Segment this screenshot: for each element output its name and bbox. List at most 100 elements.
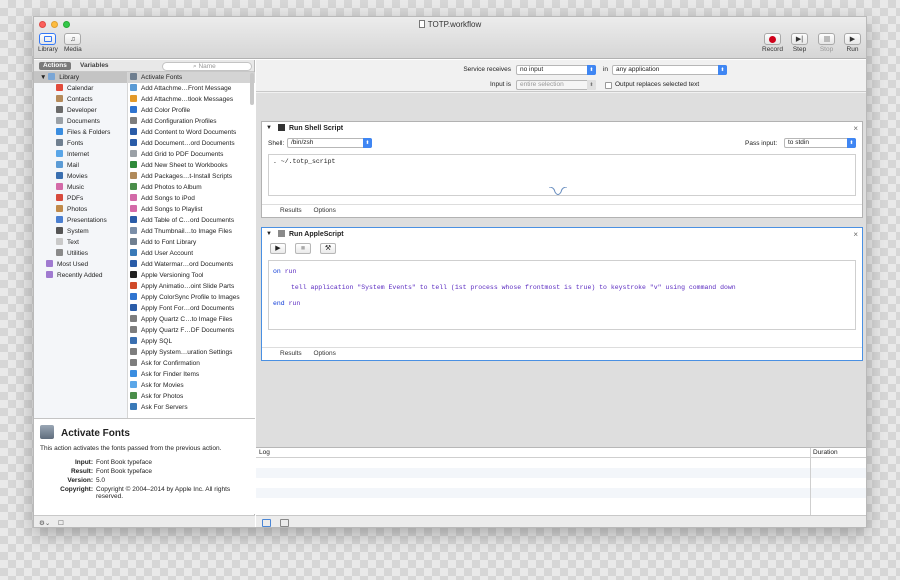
recently-added-icon <box>46 271 53 278</box>
action-list-item[interactable]: Add Document…ord Documents <box>128 138 255 149</box>
actions-scrollbar[interactable] <box>250 73 254 105</box>
library-button[interactable]: Library <box>38 33 58 53</box>
show-workflow-icon[interactable] <box>262 519 271 527</box>
close-icon[interactable]: × <box>853 228 858 241</box>
action-list-item[interactable]: Add to Font Library <box>128 237 255 248</box>
sidebar-item-system[interactable]: System <box>34 226 127 237</box>
sidebar-item-fonts[interactable]: Fonts <box>34 138 127 149</box>
compile-button[interactable]: ⚒ <box>320 243 336 254</box>
sidebar-item-label: Presentations <box>67 217 107 224</box>
application-popup[interactable]: any application ⬍ <box>612 65 727 75</box>
action-list-item[interactable]: Apply Quartz F…DF Documents <box>128 325 255 336</box>
action-list-item[interactable]: Apply SQL <box>128 336 255 347</box>
run-script-button[interactable]: ▶ <box>270 243 286 254</box>
action-list-item[interactable]: Add Configuration Profiles <box>128 116 255 127</box>
close-icon[interactable]: × <box>853 122 858 135</box>
action-list-item[interactable]: Add Grid to PDF Documents <box>128 149 255 160</box>
action-list-item[interactable]: Ask for Finder Items <box>128 369 255 380</box>
sidebar-item-library[interactable]: ▼ Library <box>34 72 127 83</box>
toolbar: TOTP.workflow Library ♫ Media Record ▶| … <box>34 17 866 59</box>
media-button[interactable]: ♫ Media <box>64 33 82 53</box>
action-list-item[interactable]: Add Table of C…ord Documents <box>128 215 255 226</box>
action-list-label: Activate Fonts <box>141 74 183 81</box>
pass-input-popup[interactable]: to stdin ⬍ <box>784 138 856 148</box>
action-list-item[interactable]: Add User Account <box>128 248 255 259</box>
record-button[interactable]: Record <box>762 33 783 53</box>
sidebar-item-contacts[interactable]: Contacts <box>34 94 127 105</box>
action-list-item[interactable]: Add Thumbnail…to Image Files <box>128 226 255 237</box>
action-list-item[interactable]: Ask for Confirmation <box>128 358 255 369</box>
action-header: ▼ Run AppleScript × <box>266 228 858 241</box>
output-replaces-checkbox[interactable] <box>605 81 612 89</box>
sidebar-item-internet[interactable]: Internet <box>34 149 127 160</box>
sidebar-item-utilities[interactable]: Utilities <box>34 248 127 259</box>
tab-results[interactable]: Results <box>280 207 302 214</box>
duration-column-header[interactable]: Duration <box>813 449 838 456</box>
sidebar-item-movies[interactable]: Movies <box>34 171 127 182</box>
log-row <box>256 498 866 508</box>
show-log-icon[interactable] <box>280 519 289 527</box>
input-is-popup[interactable]: entire selection ⬍ <box>516 80 596 90</box>
shell-popup[interactable]: /bin/zsh ⬍ <box>287 138 372 148</box>
action-list-item[interactable]: Ask for Movies <box>128 380 255 391</box>
stop-script-button[interactable]: ■ <box>295 243 311 254</box>
action-list-item[interactable]: Add New Sheet to Workbooks <box>128 160 255 171</box>
step-button[interactable]: ▶| Step <box>791 33 808 53</box>
tab-variables[interactable]: Variables <box>76 62 113 70</box>
service-receives-popup[interactable]: no input ⬍ <box>516 65 596 75</box>
action-list-item[interactable]: Add Content to Word Documents <box>128 127 255 138</box>
sidebar-item-photos[interactable]: Photos <box>34 204 127 215</box>
disclosure-triangle-icon[interactable]: ▼ <box>266 122 272 135</box>
run-button[interactable]: ▶ Run <box>844 33 861 53</box>
action-list-item[interactable]: Ask for Photos <box>128 391 255 402</box>
run-shell-script-action[interactable]: ▼ Run Shell Script × Shell: /bin/zsh ⬍ Pa… <box>261 121 863 218</box>
sidebar-item-most-used[interactable]: Most Used <box>34 259 127 270</box>
tab-actions[interactable]: Actions <box>39 62 71 70</box>
search-input[interactable]: ⌕ Name <box>162 61 252 71</box>
action-list-item[interactable]: Apply Animatio…oint Slide Parts <box>128 281 255 292</box>
action-list-label: Add Songs to iPod <box>141 195 195 202</box>
run-applescript-action[interactable]: ▼ Run AppleScript × ▶ ■ ⚒ on run tell ap… <box>261 227 863 361</box>
stop-icon <box>823 36 830 42</box>
action-list-item[interactable]: Add Watermar…ord Documents <box>128 259 255 270</box>
action-list-item[interactable]: Ask For Servers <box>128 402 255 413</box>
disclosure-triangle-icon[interactable]: ▼ <box>40 74 48 81</box>
sidebar-item-label: System <box>67 228 89 235</box>
applescript-editor[interactable]: on run tell application "System Events" … <box>268 260 856 330</box>
action-list-item[interactable]: Apply System…uration Settings <box>128 347 255 358</box>
action-list-item[interactable]: Add Packages…t-Install Scripts <box>128 171 255 182</box>
action-list-item[interactable]: Add Color Profile <box>128 105 255 116</box>
tab-options[interactable]: Options <box>314 207 336 214</box>
sidebar-item-developer[interactable]: Developer <box>34 105 127 116</box>
gear-menu-icon[interactable]: ⚙︎⌄ <box>39 519 50 527</box>
tab-options[interactable]: Options <box>314 350 336 357</box>
sidebar-item-documents[interactable]: Documents <box>34 116 127 127</box>
finder-icon <box>130 370 137 377</box>
log-column-header[interactable]: Log <box>259 449 270 456</box>
sidebar-item-music[interactable]: Music <box>34 182 127 193</box>
sidebar-item-presentations[interactable]: Presentations <box>34 215 127 226</box>
stop-button[interactable]: Stop <box>818 33 835 53</box>
sidebar-item-pdfs[interactable]: PDFs <box>34 193 127 204</box>
action-list-item[interactable]: Add Songs to Playlist <box>128 204 255 215</box>
action-list-item[interactable]: Apply Font For…ord Documents <box>128 303 255 314</box>
sidebar-item-label: Documents <box>67 118 100 125</box>
action-connector <box>549 187 567 195</box>
action-list-item[interactable]: Apply Quartz C…to Image Files <box>128 314 255 325</box>
action-list-item[interactable]: Apply ColorSync Profile to Images <box>128 292 255 303</box>
sidebar-item-mail[interactable]: Mail <box>34 160 127 171</box>
sidebar-item-files-folders[interactable]: Files & Folders <box>34 127 127 138</box>
gear-icon <box>130 117 137 124</box>
action-list-item[interactable]: Add Attachme…tlook Messages <box>128 94 255 105</box>
disclosure-triangle-icon[interactable]: ▼ <box>266 228 272 241</box>
action-list-item[interactable]: Add Songs to iPod <box>128 193 255 204</box>
action-list-item[interactable]: Add Photos to Album <box>128 182 255 193</box>
description-toggle-icon[interactable]: ☐ <box>58 519 64 527</box>
sidebar-item-calendar[interactable]: Calendar <box>34 83 127 94</box>
action-list-item[interactable]: Apple Versioning Tool <box>128 270 255 281</box>
tab-results[interactable]: Results <box>280 350 302 357</box>
sidebar-item-text[interactable]: Text <box>34 237 127 248</box>
action-list-item[interactable]: Add Attachme…Front Message <box>128 83 255 94</box>
sidebar-item-recently-added[interactable]: Recently Added <box>34 270 127 281</box>
action-list-item[interactable]: Activate Fonts <box>128 72 255 83</box>
